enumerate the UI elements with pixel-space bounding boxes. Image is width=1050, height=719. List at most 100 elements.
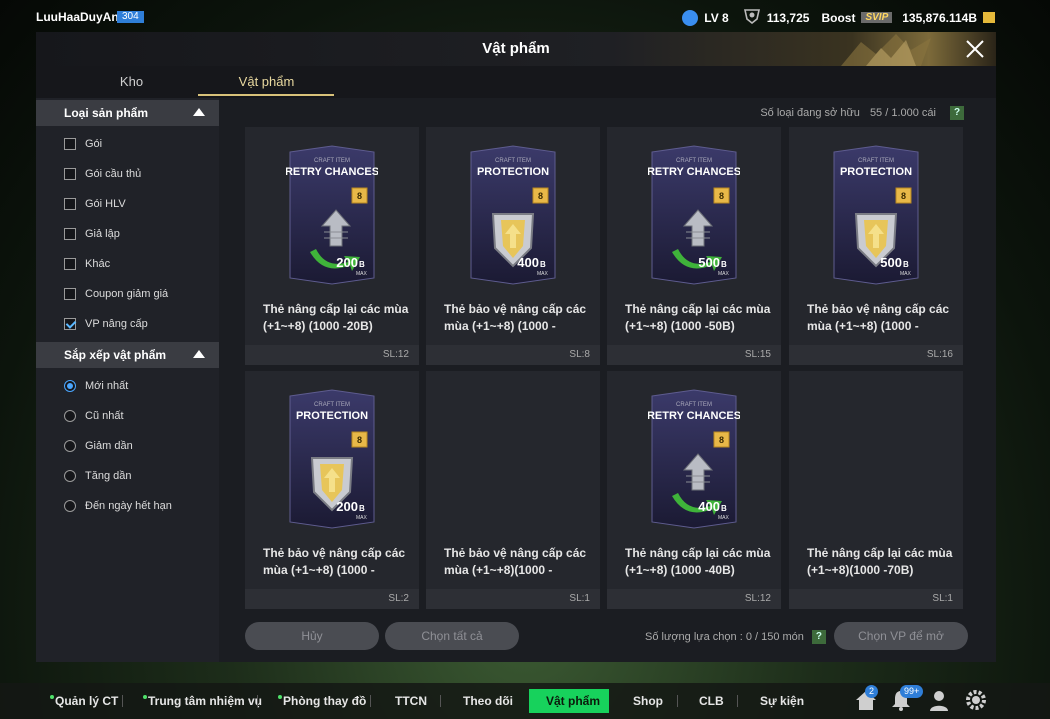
checkbox[interactable] xyxy=(64,138,76,150)
svg-text:8: 8 xyxy=(357,191,362,201)
item-name: Thẻ nâng cấp lại các mùa (+1~+8) (1000 -… xyxy=(625,546,771,577)
profile-button[interactable] xyxy=(926,687,952,713)
svg-text:MAX: MAX xyxy=(356,271,368,277)
sort-newest[interactable]: Mới nhất xyxy=(64,378,128,394)
notification-dot xyxy=(50,695,54,699)
cancel-button[interactable]: Hủy xyxy=(245,622,379,650)
radio[interactable] xyxy=(64,440,76,452)
checkbox[interactable] xyxy=(64,288,76,300)
checkbox[interactable] xyxy=(64,228,76,240)
item-slot[interactable]: CRAFT ITEM RETRY CHANCES 8 400 B MAX Thẻ nâng … xyxy=(607,371,781,609)
item-slot[interactable]: Thẻ nâng cấp lại các mùa (+1~+8)(1000 -7… xyxy=(789,371,963,609)
nav-theo-doi[interactable]: Theo dõi xyxy=(463,694,513,708)
sort-header[interactable]: Sắp xếp vật phẩm xyxy=(36,342,219,368)
home-button[interactable]: 2 xyxy=(853,685,879,713)
owned-count: Số loại đang sở hữu 55 / 1.000 cái ? xyxy=(760,106,964,120)
nav-label: Phòng thay đồ xyxy=(283,694,367,708)
filter-label: Gói cầu thủ xyxy=(85,168,142,180)
user-level-badge: 304 xyxy=(117,11,144,23)
sort-oldest[interactable]: Cũ nhất xyxy=(64,408,124,424)
filter-khac[interactable]: Khác xyxy=(64,256,110,272)
bottom-nav: Quản lý CT Trung tâm nhiệm vụ Phòng thay… xyxy=(0,683,1050,719)
level-text: LV 8 xyxy=(704,10,729,25)
filter-label: VP nâng cấp xyxy=(85,318,148,330)
panel-title: Vật phẩm xyxy=(482,40,550,57)
collapse-arrow-icon xyxy=(193,108,205,116)
nav-vat-pham[interactable]: Vật phẩm xyxy=(546,694,600,708)
nav-clb[interactable]: CLB xyxy=(699,694,724,708)
item-slot[interactable]: CRAFT ITEM PROTECTION 8 200 B MAX Thẻ bảo vệ n… xyxy=(245,371,419,609)
nav-su-kien[interactable]: Sự kiện xyxy=(760,694,804,708)
svg-text:8: 8 xyxy=(538,191,543,201)
item-quantity: SL:15 xyxy=(607,345,781,365)
nav-phong-thay-do[interactable]: Phòng thay đồ xyxy=(278,694,366,708)
filter-vp-nang-cap[interactable]: VP nâng cấp xyxy=(64,316,148,332)
nav-separator xyxy=(440,695,441,707)
checkbox[interactable] xyxy=(64,258,76,270)
nav-separator xyxy=(257,695,258,707)
filter-goi[interactable]: Gói xyxy=(64,136,102,152)
svg-text:RETRY CHANCES: RETRY CHANCES xyxy=(648,410,740,422)
checkbox[interactable] xyxy=(64,198,76,210)
open-selected-button[interactable]: Chọn VP để mở xyxy=(834,622,968,650)
close-button[interactable] xyxy=(964,38,986,60)
sort-expiry[interactable]: Đến ngày hết hạn xyxy=(64,498,172,514)
select-all-button[interactable]: Chọn tất cả xyxy=(385,622,519,650)
tab-vat-pham[interactable]: Vật phẩm xyxy=(199,74,334,89)
sort-descending[interactable]: Giảm dần xyxy=(64,438,133,454)
bp-value: 135,876.114B xyxy=(902,10,977,25)
item-slot[interactable]: CRAFT ITEM RETRY CHANCES 8 200 B MAX Thẻ nâng … xyxy=(245,127,419,365)
sort-ascending[interactable]: Tăng dần xyxy=(64,468,131,484)
item-slot[interactable]: CRAFT ITEM PROTECTION 8 500 B MAX Thẻ bảo vệ n… xyxy=(789,127,963,365)
radio-selected[interactable] xyxy=(64,380,76,392)
nav-quan-ly-ct[interactable]: Quản lý CT xyxy=(50,694,118,708)
lv-face-icon xyxy=(682,9,699,26)
nav-trung-tam-nhiem-vu[interactable]: Trung tâm nhiệm vụ xyxy=(143,694,262,708)
radio[interactable] xyxy=(64,470,76,482)
help-icon[interactable]: ? xyxy=(950,106,964,120)
home-badge: 2 xyxy=(865,685,879,698)
username: LuuHaaDuyAnh xyxy=(36,10,126,24)
svg-text:RETRY CHANCES: RETRY CHANCES xyxy=(648,166,740,178)
svg-text:B: B xyxy=(359,260,365,269)
svg-text:8: 8 xyxy=(719,435,724,445)
item-slot[interactable]: Thẻ bảo vệ nâng cấp các mùa (+1~+8)(1000… xyxy=(426,371,600,609)
svg-text:RETRY CHANCES: RETRY CHANCES xyxy=(286,166,378,178)
coin-shield-icon xyxy=(743,8,761,27)
filter-goi-hlv[interactable]: Gói HLV xyxy=(64,196,126,212)
item-name: Thẻ bảo vệ nâng cấp các mùa (+1~+8) (100… xyxy=(807,302,950,333)
protection-card: CRAFT ITEM PROTECTION 8 400 B MAX xyxy=(467,144,559,286)
product-type-heading: Loại sản phẩm xyxy=(64,106,149,120)
filter-label: Giả lập xyxy=(85,228,120,240)
nav-ttcn[interactable]: TTCN xyxy=(395,694,427,708)
help-icon[interactable]: ? xyxy=(811,630,826,644)
item-name: Thẻ bảo vệ nâng cấp các mùa (+1~+8) (100… xyxy=(263,546,406,577)
nav-shop[interactable]: Shop xyxy=(633,694,663,708)
svg-text:200: 200 xyxy=(336,255,358,270)
radio[interactable] xyxy=(64,410,76,422)
nav-label: Quản lý CT xyxy=(55,694,119,708)
svg-text:CRAFT ITEM: CRAFT ITEM xyxy=(676,402,712,408)
collapse-arrow-icon xyxy=(193,350,205,358)
product-type-header[interactable]: Loại sản phẩm xyxy=(36,100,219,126)
item-slot[interactable]: CRAFT ITEM RETRY CHANCES 8 500 B MAX Thẻ nâng … xyxy=(607,127,781,365)
tab-kho[interactable]: Kho xyxy=(64,74,199,89)
owned-label: Số loại đang sở hữu xyxy=(760,107,860,119)
item-name: Thẻ nâng cấp lại các mùa (+1~+8)(1000 -7… xyxy=(807,546,953,577)
sort-label: Mới nhất xyxy=(85,380,129,392)
sort-label: Tăng dần xyxy=(85,470,132,482)
filter-goi-cau-thu[interactable]: Gói cầu thủ xyxy=(64,166,141,182)
tab-bar: Kho Vật phẩm xyxy=(36,66,996,98)
filter-sidebar: Loại sản phẩm Gói Gói cầu thủ Gói HLV Gi… xyxy=(36,98,219,662)
radio[interactable] xyxy=(64,500,76,512)
svg-text:PROTECTION: PROTECTION xyxy=(840,166,912,178)
filter-coupon[interactable]: Coupon giảm giá xyxy=(64,286,168,302)
checkbox[interactable] xyxy=(64,168,76,180)
settings-button[interactable] xyxy=(963,687,989,713)
filter-gia-lap[interactable]: Giả lập xyxy=(64,226,120,242)
notifications-button[interactable]: 99+ xyxy=(888,685,924,713)
item-slot[interactable]: CRAFT ITEM PROTECTION 8 400 B MAX Thẻ bảo vệ n… xyxy=(426,127,600,365)
item-quantity: SL:12 xyxy=(245,345,419,365)
svg-text:CRAFT ITEM: CRAFT ITEM xyxy=(495,158,531,164)
checkbox-checked[interactable] xyxy=(64,318,76,330)
